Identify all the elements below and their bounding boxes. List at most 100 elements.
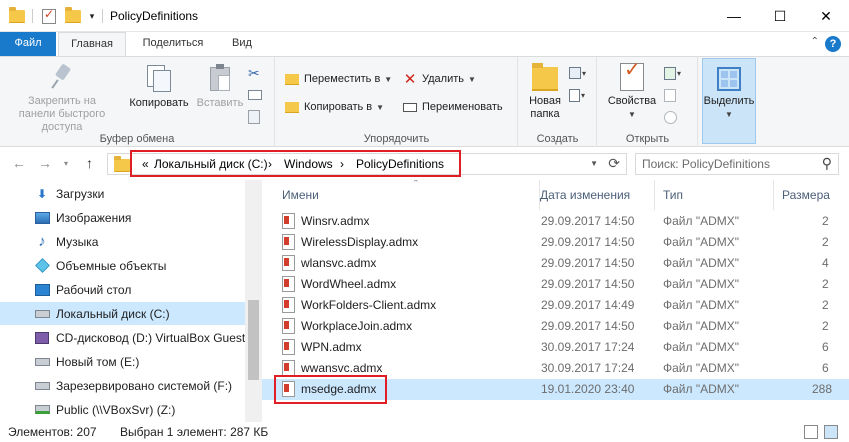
nav-item-public-z[interactable]: Public (\\VBoxSvr) (Z:) xyxy=(0,398,245,421)
column-header-size[interactable]: Размера xyxy=(774,180,834,210)
3d-objects-icon xyxy=(34,258,50,274)
file-row[interactable]: WirelessDisplay.admx 29.09.2017 14:50 Фа… xyxy=(262,232,849,253)
ribbon: Закрепить на панели быстрого доступа Коп… xyxy=(0,56,849,147)
paste-label: Вставить xyxy=(196,97,244,109)
navigation-bar: ← → ▾ ↑ « Локальный диск (C:) › Windows … xyxy=(0,148,849,180)
file-date: 29.09.2017 14:50 xyxy=(541,214,635,228)
tab-file[interactable]: Файл xyxy=(0,32,56,56)
nav-item-new-volume-e[interactable]: Новый том (E:) xyxy=(0,350,245,373)
chevron-up-icon[interactable]: ⌃ xyxy=(811,36,819,47)
file-date: 29.09.2017 14:50 xyxy=(541,277,635,291)
history-icon[interactable] xyxy=(664,107,682,127)
nav-item-local-disk-c[interactable]: Локальный диск (C:) xyxy=(0,302,245,325)
new-folder-button[interactable]: Новая папка xyxy=(523,63,567,121)
recent-locations-icon[interactable]: ▾ xyxy=(64,159,68,168)
desktop-icon xyxy=(34,282,50,298)
new-group-label: Создать xyxy=(536,133,579,145)
nav-item-downloads[interactable]: ⬇ Загрузки xyxy=(0,182,245,205)
help-icon[interactable]: ? xyxy=(825,36,841,52)
select-button[interactable]: Выделить ▼ xyxy=(702,58,756,144)
column-size-label: Размера xyxy=(782,188,830,202)
nav-item-label: Public (\\VBoxSvr) (Z:) xyxy=(56,402,176,417)
item-count: Элементов: 207 xyxy=(8,425,97,439)
select-group: Выделить ▼ xyxy=(699,57,759,147)
pin-quick-access-button[interactable]: Закрепить на панели быстрого доступа xyxy=(4,63,120,134)
up-arrow-icon[interactable]: ↑ xyxy=(86,155,93,171)
easy-access-icon[interactable]: ▾ xyxy=(569,85,589,105)
nav-item-pictures[interactable]: Изображения xyxy=(0,206,245,229)
scrollbar-thumb[interactable] xyxy=(248,300,259,380)
file-type: Файл "ADMX" xyxy=(663,298,740,312)
chevron-down-icon[interactable]: ▼ xyxy=(590,159,598,168)
file-size: 6 xyxy=(822,340,829,354)
rename-label: Переименовать xyxy=(422,101,503,113)
file-row[interactable]: wlansvc.admx 29.09.2017 14:50 Файл "ADMX… xyxy=(262,253,849,274)
rename-button[interactable]: Переименовать xyxy=(402,97,503,117)
forward-arrow-icon[interactable]: → xyxy=(38,155,52,171)
properties-quick-icon[interactable] xyxy=(40,7,58,25)
nav-item-desktop[interactable]: Рабочий стол xyxy=(0,278,245,301)
column-type-label: Тип xyxy=(663,188,684,202)
network-drive-icon xyxy=(34,402,50,418)
large-icons-view-icon[interactable] xyxy=(824,425,838,439)
drive-icon xyxy=(34,306,50,322)
copy-to-button[interactable]: Копировать в ▼ xyxy=(284,97,384,117)
admx-file-icon xyxy=(282,360,295,376)
file-type: Файл "ADMX" xyxy=(663,256,740,270)
customize-quick-access-icon[interactable]: ▾ xyxy=(86,7,98,25)
nav-item-label: Новый том (E:) xyxy=(56,354,140,369)
column-header-type[interactable]: Тип xyxy=(655,180,774,210)
new-folder-quick-icon[interactable] xyxy=(64,6,82,25)
file-row[interactable]: Winsrv.admx 29.09.2017 14:50 Файл "ADMX"… xyxy=(262,211,849,232)
nav-item-label: Зарезервировано системой (F:) xyxy=(56,378,233,393)
cut-icon[interactable]: ✂ xyxy=(248,63,266,83)
delete-label: Удалить xyxy=(422,73,464,85)
nav-item-cd-drive-d[interactable]: CD-дисковод (D:) VirtualBox Guest A xyxy=(0,326,245,349)
file-name: WorkFolders-Client.admx xyxy=(301,298,437,312)
file-name: WordWheel.admx xyxy=(301,277,397,291)
refresh-icon[interactable]: ⟳ xyxy=(608,155,620,172)
search-icon[interactable]: ⚲ xyxy=(822,155,832,172)
file-size: 288 xyxy=(812,382,833,396)
copy-button[interactable]: Копировать xyxy=(124,63,194,110)
nav-item-3d-objects[interactable]: Объемные объекты xyxy=(0,254,245,277)
file-row[interactable]: WordWheel.admx 29.09.2017 14:50 Файл "AD… xyxy=(262,274,849,295)
back-arrow-icon[interactable]: ← xyxy=(12,155,26,171)
properties-button[interactable]: Свойства ▼ xyxy=(602,63,662,121)
close-button[interactable]: ✕ xyxy=(803,0,849,32)
file-row[interactable]: WPN.admx 30.09.2017 17:24 Файл "ADMX" 6 xyxy=(262,337,849,358)
details-view-icon[interactable] xyxy=(804,425,818,439)
status-bar: Элементов: 207 Выбран 1 элемент: 287 КБ xyxy=(0,422,849,442)
tab-home[interactable]: Главная xyxy=(58,32,126,57)
maximize-button[interactable]: ☐ xyxy=(757,0,803,32)
nav-item-music[interactable]: ♪ Музыка xyxy=(0,230,245,253)
nav-scrollbar[interactable] xyxy=(245,180,262,422)
download-icon: ⬇ xyxy=(36,186,48,201)
admx-file-icon xyxy=(282,297,295,313)
move-to-button[interactable]: Переместить в ▼ xyxy=(284,69,392,89)
minimize-button[interactable]: — xyxy=(711,0,757,32)
search-box[interactable]: Поиск: PolicyDefinitions ⚲ xyxy=(635,153,839,175)
file-date: 30.09.2017 17:24 xyxy=(541,361,635,375)
file-row[interactable]: WorkplaceJoin.admx 29.09.2017 14:50 Файл… xyxy=(262,316,849,337)
column-header-name[interactable]: ⌃ Имени xyxy=(274,180,540,210)
search-input[interactable]: Поиск: PolicyDefinitions xyxy=(642,157,770,171)
nav-item-system-reserved-f[interactable]: Зарезервировано системой (F:) xyxy=(0,374,245,397)
file-type: Файл "ADMX" xyxy=(663,319,740,333)
file-date: 29.09.2017 14:50 xyxy=(541,235,635,249)
column-header-date[interactable]: Дата изменения xyxy=(532,180,655,210)
edit-icon[interactable] xyxy=(664,85,682,105)
navigation-pane: ⬇ Загрузки Изображения ♪ Музыка Объемные… xyxy=(0,180,262,422)
paste-shortcut-icon[interactable] xyxy=(248,107,266,127)
file-name: WirelessDisplay.admx xyxy=(301,235,419,249)
new-item-icon[interactable]: ▾ xyxy=(569,63,589,83)
file-row[interactable]: WorkFolders-Client.admx 29.09.2017 14:49… xyxy=(262,295,849,316)
copy-path-icon[interactable] xyxy=(248,85,266,105)
open-group: Свойства ▼ ▾ Открыть xyxy=(598,57,698,147)
tab-view[interactable]: Вид xyxy=(220,32,264,56)
new-folder-icon xyxy=(532,63,558,91)
open-icon[interactable]: ▾ xyxy=(664,63,684,83)
paste-button[interactable]: Вставить xyxy=(194,63,246,110)
tab-share[interactable]: Поделиться xyxy=(130,32,216,56)
delete-button[interactable]: ✕ Удалить ▼ xyxy=(402,69,476,89)
